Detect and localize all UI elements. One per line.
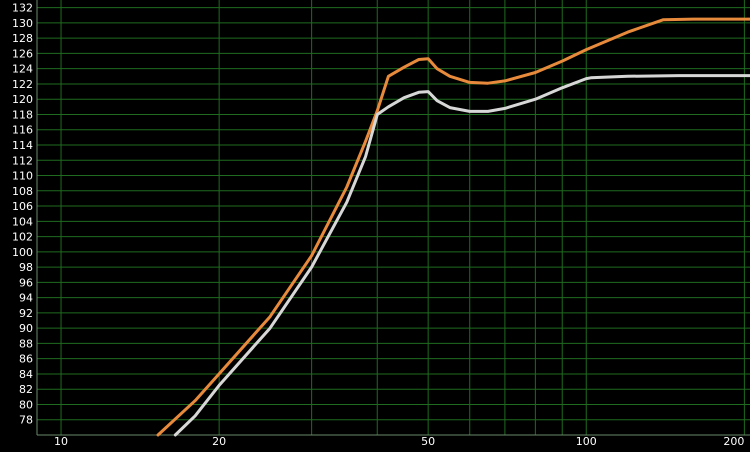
- plot-background: [0, 0, 750, 448]
- y-tick-label: 92: [19, 307, 33, 320]
- y-tick-label: 82: [19, 383, 33, 396]
- y-tick-label: 122: [12, 78, 33, 91]
- x-tick-label: 100: [576, 435, 597, 448]
- y-tick-label: 124: [12, 63, 33, 76]
- y-tick-label: 90: [19, 322, 33, 335]
- y-tick-label: 112: [12, 154, 33, 167]
- y-tick-label: 80: [19, 398, 33, 411]
- y-tick-label: 94: [19, 292, 33, 305]
- y-tick-label: 118: [12, 108, 33, 121]
- y-tick-label: 88: [19, 337, 33, 350]
- y-tick-label: 120: [12, 93, 33, 106]
- y-tick-label: 104: [12, 215, 33, 228]
- y-tick-label: 96: [19, 276, 33, 289]
- y-tick-label: 114: [12, 139, 33, 152]
- y-tick-label: 100: [12, 246, 33, 259]
- y-tick-label: 102: [12, 231, 33, 244]
- y-tick-label: 78: [19, 414, 33, 427]
- x-tick-label: 20: [212, 435, 226, 448]
- y-tick-label: 98: [19, 261, 33, 274]
- y-tick-label: 86: [19, 353, 33, 366]
- y-tick-label: 108: [12, 185, 33, 198]
- y-tick-label: 126: [12, 47, 33, 60]
- y-tick-label: 84: [19, 368, 33, 381]
- y-tick-label: 110: [12, 170, 33, 183]
- y-tick-label: 116: [12, 124, 33, 137]
- plot-frame: 78 80 82 84 86 88 90 92 94 96 98 100 102 104 106 108 110…: [0, 0, 750, 448]
- y-tick-label: 132: [12, 2, 33, 15]
- y-tick-label: 128: [12, 32, 33, 45]
- x-tick-label: 50: [421, 435, 435, 448]
- x-tick-label: 200: [723, 435, 744, 448]
- x-tick-label: 10: [54, 435, 68, 448]
- y-tick-label: 106: [12, 200, 33, 213]
- y-tick-label: 130: [12, 17, 33, 30]
- spl-chart: 78 80 82 84 86 88 90 92 94 96 98 100 102 104 106 108 110…: [0, 0, 750, 448]
